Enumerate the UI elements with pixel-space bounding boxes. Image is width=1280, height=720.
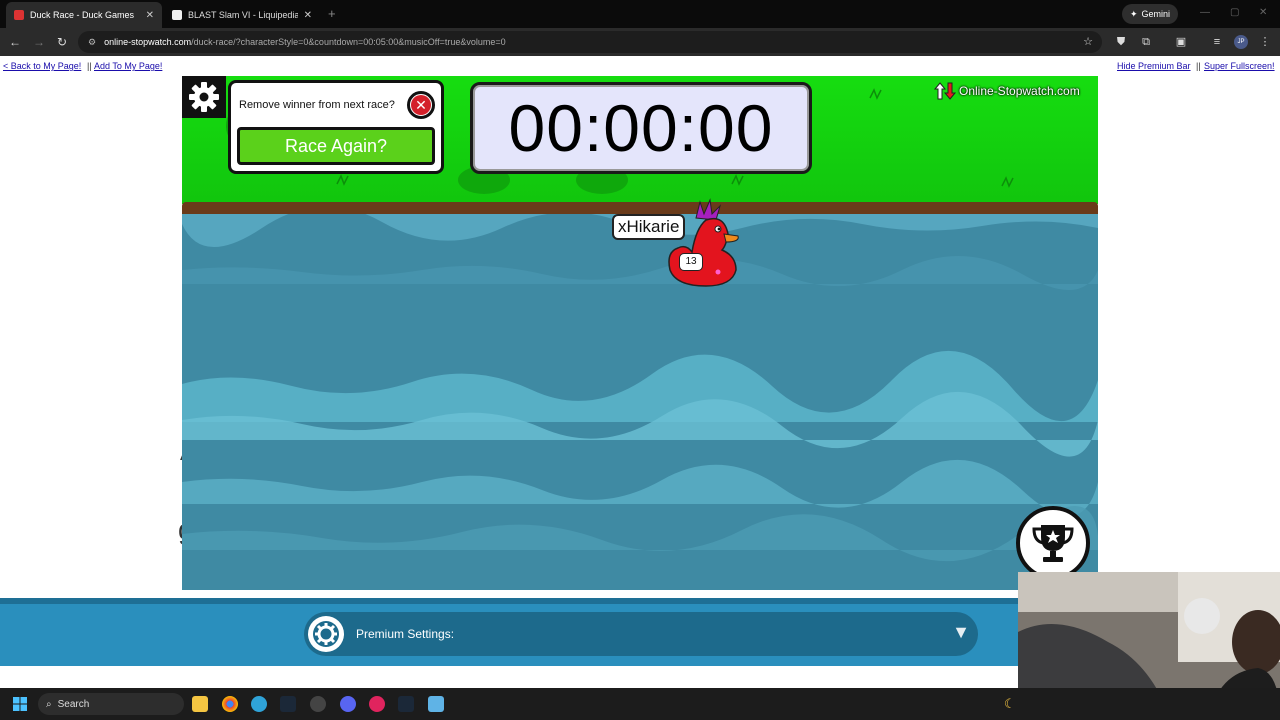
close-window-icon[interactable]: ✕ [1259, 7, 1267, 18]
hide-premium-bar-link[interactable]: Hide Premium Bar [1117, 61, 1191, 71]
forward-icon[interactable]: → [31, 34, 47, 50]
winner-panel: Remove winner from next race? ✕ Race Aga… [228, 80, 444, 174]
tab-duck-race[interactable]: Duck Race - Duck Games ✕ [6, 2, 162, 28]
remove-winner-toggle[interactable]: ✕ [407, 91, 435, 119]
notepad-icon[interactable] [428, 696, 444, 712]
liquipedia-favicon-icon [172, 10, 182, 20]
steam-icon[interactable] [280, 696, 296, 712]
remove-winner-label: Remove winner from next race? [239, 99, 395, 111]
back-icon[interactable]: ← [7, 34, 23, 50]
race-again-button[interactable]: Race Again? [237, 127, 435, 165]
chrome-icon[interactable] [222, 696, 238, 712]
taskbar-search[interactable]: ⌕ Search [38, 693, 184, 715]
gemini-sparkle-icon: ✦ [1130, 8, 1138, 19]
profile-avatar[interactable]: JP [1234, 35, 1248, 49]
reload-icon[interactable]: ↻ [54, 34, 70, 50]
add-to-my-page-link[interactable]: Add To My Page! [94, 61, 162, 71]
tab-search-icon[interactable]: ▣ [1174, 35, 1188, 49]
night-light-moon-icon[interactable]: ☾ [1004, 696, 1016, 712]
browser-toolbar: ← → ↻ ⚙ online-stopwatch.com /duck-race/… [0, 28, 1280, 56]
online-stopwatch-logo[interactable]: Online-Stopwatch.com [934, 82, 1080, 100]
duck-race-game[interactable]: Remove winner from next race? ✕ Race Aga… [182, 76, 1098, 590]
premium-settings-label: Premium Settings: [356, 627, 455, 641]
up-down-arrows-icon [934, 82, 956, 100]
settings-gear-button[interactable] [182, 76, 226, 118]
extensions-puzzle-icon[interactable]: ⧉ [1139, 35, 1153, 49]
close-tab-icon[interactable]: ✕ [304, 10, 312, 21]
river-waves [182, 214, 1098, 562]
menu-kebab-icon[interactable]: ⋮ [1258, 35, 1272, 49]
minimize-icon[interactable]: — [1200, 7, 1210, 18]
search-placeholder: Search [57, 698, 90, 710]
url-path: /duck-race/?characterStyle=0&countdown=0… [191, 37, 506, 47]
leaderboard-trophy-button[interactable] [1016, 506, 1090, 580]
gear-icon [313, 621, 339, 647]
link-separator: || [87, 61, 92, 71]
media-player-icon[interactable] [369, 696, 385, 712]
premium-settings-button[interactable]: Premium Settings: ▼ [304, 612, 978, 656]
back-to-my-page-link[interactable]: < Back to My Page! [3, 61, 81, 71]
discord-icon[interactable] [340, 696, 356, 712]
premium-gear-badge [308, 616, 344, 652]
maximize-icon[interactable]: ▢ [1230, 7, 1239, 18]
brand-name: Online-Stopwatch.com [959, 84, 1080, 98]
address-bar[interactable]: ⚙ online-stopwatch.com /duck-race/?chara… [78, 31, 1102, 53]
media-controls-icon[interactable]: ≡ [1210, 35, 1224, 49]
search-icon: ⌕ [46, 698, 52, 710]
duck-number-badge: 13 [679, 253, 703, 271]
racing-duck [668, 198, 739, 287]
duck-race-favicon-icon [14, 10, 24, 20]
shield-extension-icon[interactable]: ⛊ [1114, 35, 1128, 49]
timer-display: 00:00:00 [508, 91, 774, 165]
trophy-icon [1032, 525, 1074, 562]
tab-title: Duck Race - Duck Games [30, 10, 135, 20]
gear-icon [189, 82, 219, 112]
windows-taskbar: ⌕ Search ☾ [0, 688, 1280, 720]
close-tab-icon[interactable]: ✕ [146, 10, 154, 21]
browser-tab-bar: Duck Race - Duck Games ✕ BLAST Slam VI -… [0, 0, 1280, 28]
tab-title: BLAST Slam VI - Liquipedia Dot [188, 10, 298, 20]
site-info-icon[interactable]: ⚙ [88, 37, 96, 48]
steam-icon[interactable] [398, 696, 414, 712]
super-fullscreen-link[interactable]: Super Fullscreen! [1204, 61, 1275, 71]
chevron-down-icon[interactable]: ▼ [952, 622, 970, 643]
bookmark-star-icon[interactable]: ☆ [1081, 35, 1095, 49]
new-tab-icon[interactable]: + [328, 6, 336, 21]
url-host: online-stopwatch.com [104, 37, 192, 47]
river-water [182, 214, 1098, 590]
windows-start-icon[interactable] [13, 697, 27, 711]
tab-liquipedia[interactable]: BLAST Slam VI - Liquipedia Dot ✕ [164, 2, 320, 28]
gemini-button[interactable]: ✦ Gemini [1122, 4, 1179, 24]
file-explorer-icon[interactable] [192, 696, 208, 712]
link-separator: || [1196, 61, 1201, 71]
gemini-label: Gemini [1141, 9, 1171, 19]
player-name-label: xHikarie [612, 214, 686, 240]
countdown-timer: 00:00:00 [470, 82, 812, 174]
close-x-icon: ✕ [411, 95, 431, 115]
edge-icon[interactable] [251, 696, 267, 712]
obs-icon[interactable] [310, 696, 326, 712]
